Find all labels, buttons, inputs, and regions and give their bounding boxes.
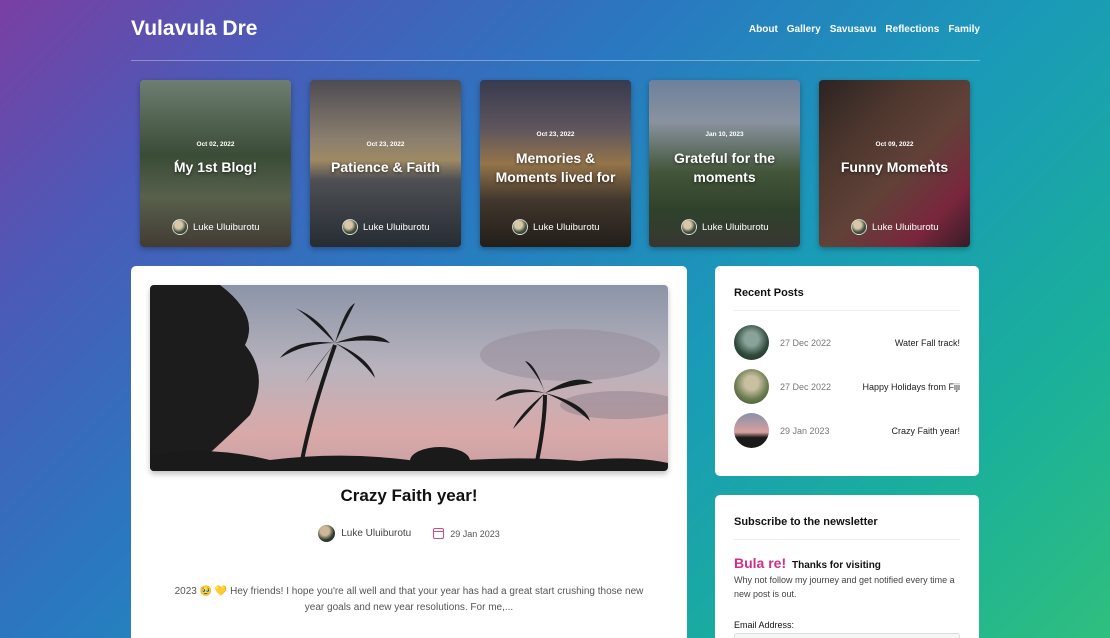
nav-reflections[interactable]: Reflections xyxy=(885,24,939,35)
card-author: Luke Uluiburotu xyxy=(342,219,430,235)
nav-about[interactable]: About xyxy=(749,24,778,35)
recent-post-date: 27 Dec 2022 xyxy=(780,337,832,348)
nav-family[interactable]: Family xyxy=(948,24,980,35)
featured-post-card: Crazy Faith year! Luke Uluiburotu 29 Jan… xyxy=(131,266,687,638)
card-date: Oct 23, 2022 xyxy=(536,131,575,138)
author-avatar xyxy=(681,219,697,235)
email-field[interactable] xyxy=(734,633,960,638)
nav-gallery[interactable]: Gallery xyxy=(787,24,821,35)
card-author: Luke Uluiburotu xyxy=(681,219,769,235)
recent-post-item[interactable]: 27 Dec 2022 Happy Holidays from Fiji xyxy=(734,369,960,404)
chevron-right-icon[interactable]: › xyxy=(929,154,934,172)
card-date: Oct 02, 2022 xyxy=(196,141,235,148)
recent-post-date: 29 Jan 2023 xyxy=(780,425,830,436)
post-thumbnail xyxy=(734,369,769,404)
recent-post-item[interactable]: 27 Dec 2022 Water Fall track! xyxy=(734,325,960,360)
featured-carousel: Oct 02, 2022 My 1st Blog! Luke Uluiburot… xyxy=(140,80,970,247)
nav-savusavu[interactable]: Savusavu xyxy=(830,24,877,35)
card-title: Funny Moments xyxy=(840,159,949,175)
card-date: Oct 23, 2022 xyxy=(366,141,405,148)
post-hero-image[interactable] xyxy=(150,285,668,471)
card-title: Memories & Moments lived for xyxy=(495,150,616,185)
card-author: Luke Uluiburotu xyxy=(512,219,600,235)
calendar-icon xyxy=(433,528,445,539)
card-date: Jan 10, 2023 xyxy=(705,131,744,138)
post-author: Luke Uluiburotu xyxy=(341,528,412,539)
divider xyxy=(734,310,960,311)
carousel-card[interactable]: Oct 23, 2022 Memories & Moments lived fo… xyxy=(480,80,631,247)
card-author-name: Luke Uluiburotu xyxy=(872,221,939,233)
card-author: Luke Uluiburotu xyxy=(172,219,260,235)
chevron-left-icon[interactable]: ‹ xyxy=(174,154,179,172)
card-title: Patience & Faith xyxy=(331,159,440,175)
site-brand[interactable]: Vulavula Dre xyxy=(131,17,257,41)
post-thumbnail xyxy=(734,413,769,448)
post-excerpt: 2023 🥹 💛 Hey friends! I hope you're all … xyxy=(174,586,644,613)
newsletter-greeting: Bula re! Thanks for visiting xyxy=(734,555,881,571)
main-nav: About Gallery Savusavu Reflections Famil… xyxy=(749,24,980,35)
card-author-name: Luke Uluiburotu xyxy=(533,221,600,233)
author-avatar xyxy=(342,219,358,235)
carousel-card[interactable]: Oct 09, 2022 Funny Moments Luke Uluiburo… xyxy=(819,80,970,247)
post-date: 29 Jan 2023 xyxy=(450,528,500,539)
email-label: Email Address: xyxy=(734,620,795,630)
author-avatar xyxy=(318,525,336,542)
card-title: Grateful for the moments xyxy=(673,150,776,185)
greeting-subtext: Thanks for visiting xyxy=(792,560,881,571)
recent-post-title: Happy Holidays from Fiji xyxy=(862,381,960,392)
card-author: Luke Uluiburotu xyxy=(851,219,939,235)
recent-posts-widget: Recent Posts 27 Dec 2022 Water Fall trac… xyxy=(715,266,979,476)
recent-post-title: Water Fall track! xyxy=(894,337,960,348)
author-avatar xyxy=(512,219,528,235)
newsletter-widget: Subscribe to the newsletter Bula re! Tha… xyxy=(715,495,979,638)
newsletter-title: Subscribe to the newsletter xyxy=(734,516,878,528)
card-title: My 1st Blog! xyxy=(173,159,258,175)
recent-post-title: Crazy Faith year! xyxy=(891,425,960,436)
post-title[interactable]: Crazy Faith year! xyxy=(131,486,687,506)
card-author-name: Luke Uluiburotu xyxy=(702,221,769,233)
carousel-card[interactable]: Oct 23, 2022 Patience & Faith Luke Uluib… xyxy=(310,80,461,247)
post-thumbnail xyxy=(734,325,769,360)
site-header: Vulavula Dre About Gallery Savusavu Refl… xyxy=(131,0,980,61)
recent-posts-title: Recent Posts xyxy=(734,287,804,299)
carousel-card[interactable]: Oct 02, 2022 My 1st Blog! Luke Uluiburot… xyxy=(140,80,291,247)
card-date: Oct 09, 2022 xyxy=(875,141,914,148)
divider xyxy=(734,539,960,540)
post-meta: Luke Uluiburotu 29 Jan 2023 xyxy=(131,525,687,542)
card-author-name: Luke Uluiburotu xyxy=(193,221,260,233)
author-avatar xyxy=(172,219,188,235)
carousel-card[interactable]: Jan 10, 2023 Grateful for the moments Lu… xyxy=(649,80,800,247)
author-avatar xyxy=(851,219,867,235)
greeting-text: Bula re! xyxy=(734,555,787,571)
newsletter-description: Why not follow my journey and get notifi… xyxy=(734,575,955,599)
recent-post-date: 27 Dec 2022 xyxy=(780,381,832,392)
recent-post-item[interactable]: 29 Jan 2023 Crazy Faith year! xyxy=(734,413,960,448)
card-author-name: Luke Uluiburotu xyxy=(363,221,430,233)
